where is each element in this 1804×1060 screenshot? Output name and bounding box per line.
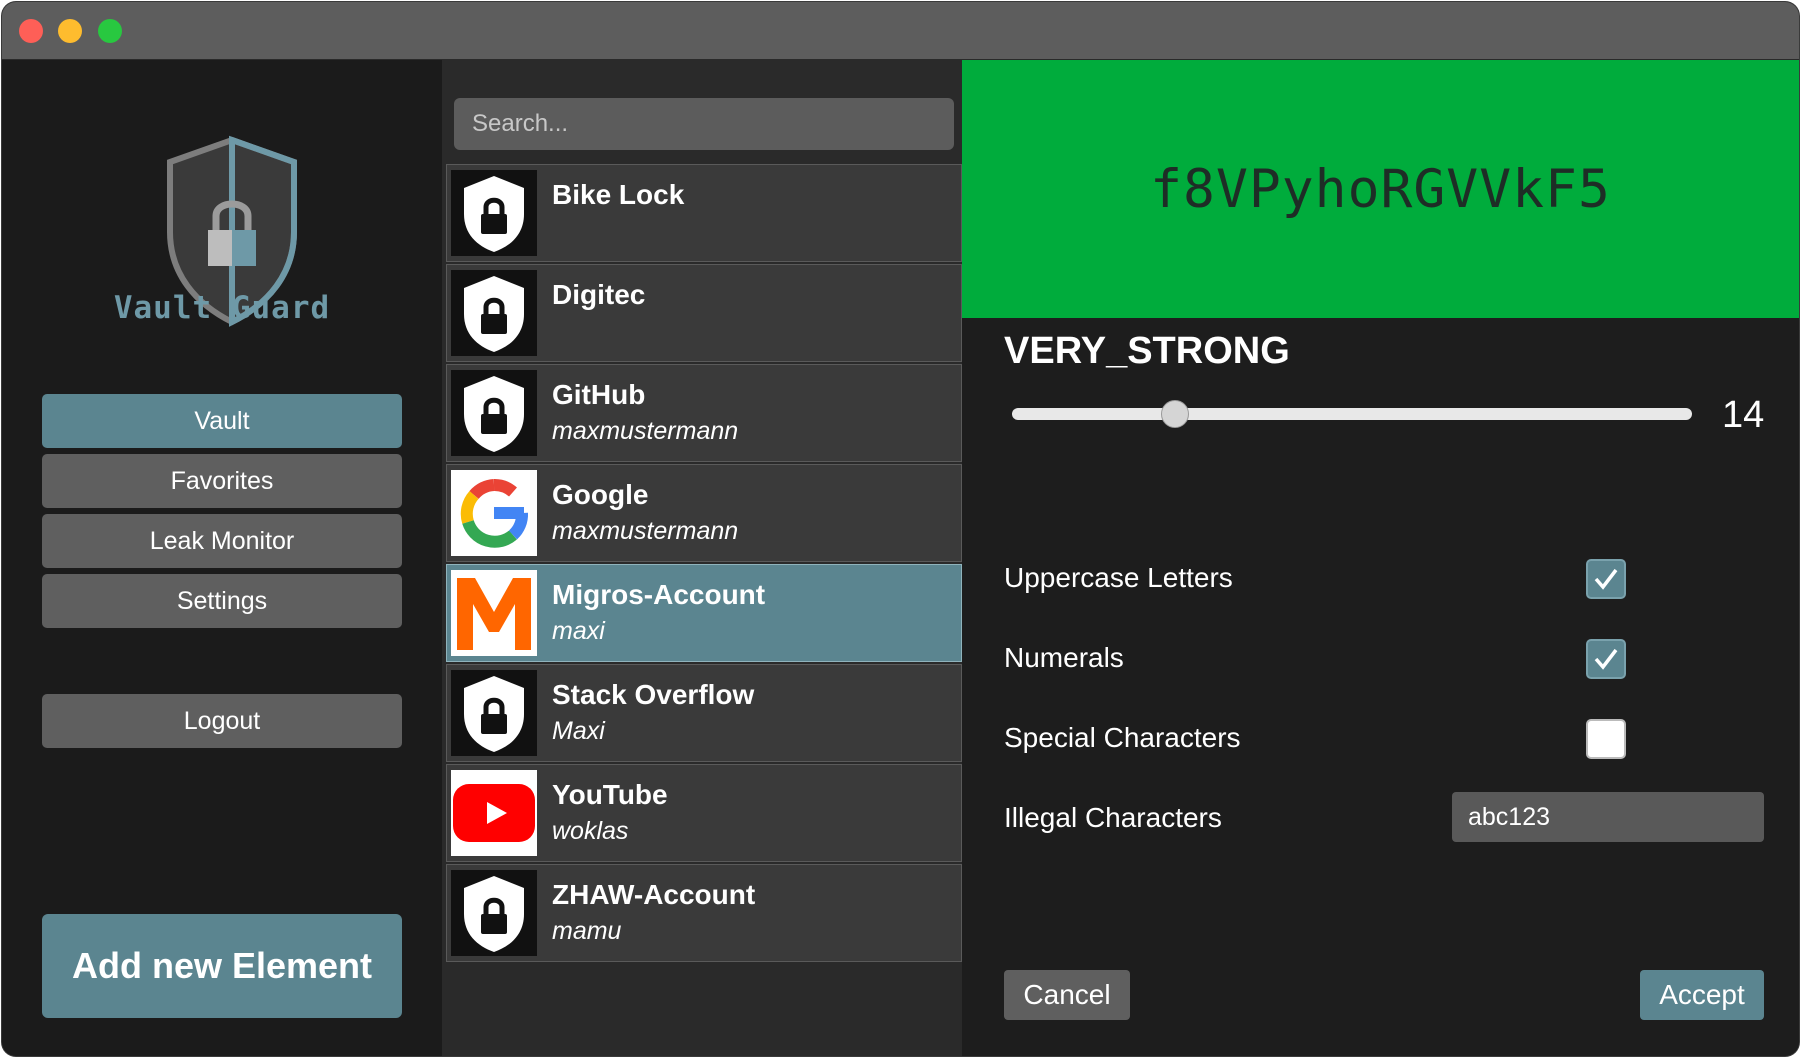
lock-icon [451,870,537,956]
numerals-checkbox[interactable] [1586,639,1626,679]
entry-username: woklas [552,817,629,845]
search-input[interactable] [454,98,954,150]
list-item[interactable]: Bike Lock [446,164,962,262]
entry-title: Bike Lock [552,179,685,210]
password-generator-panel: f8VPyhoRGVVkF5 VERY_STRONG 14 Uppercase … [962,60,1799,1056]
lock-icon [451,370,537,456]
entry-username: Maxi [552,717,605,745]
migros-logo-icon [451,570,537,656]
list-item[interactable]: ZHAW-Account mamu [446,864,962,962]
lock-icon [451,270,537,356]
entry-title: ZHAW-Account [552,879,756,910]
youtube-logo-icon [451,770,537,856]
nav-vault-button[interactable]: Vault [42,394,402,448]
entry-username: maxmustermann [552,517,739,545]
uppercase-option-label: Uppercase Letters [1004,562,1233,593]
length-value: 14 [1722,394,1765,436]
special-characters-checkbox[interactable] [1586,719,1626,759]
list-item[interactable]: Google maxmustermann [446,464,962,562]
numerals-option-label: Numerals [1004,642,1124,673]
lock-icon [451,170,537,256]
length-slider-handle[interactable] [1161,400,1190,428]
title-bar [2,2,1799,60]
generated-password: f8VPyhoRGVVkF5 [1150,158,1611,220]
accept-button[interactable]: Accept [1640,970,1764,1020]
entry-title: Stack Overflow [552,679,755,710]
list-item[interactable]: YouTube woklas [446,764,962,862]
entry-title: Google [552,479,649,510]
checkmark-icon [1594,568,1618,590]
uppercase-checkbox[interactable] [1586,559,1626,599]
maximize-window-button[interactable] [98,19,122,43]
special-characters-option-label: Special Characters [1004,722,1241,753]
cancel-button[interactable]: Cancel [1004,970,1130,1020]
length-slider-track[interactable] [1012,408,1692,420]
nav-leak-monitor-button[interactable]: Leak Monitor [42,514,402,568]
entry-username: maxmustermann [552,417,739,445]
logout-button[interactable]: Logout [42,694,402,748]
entry-list: Bike Lock Digitec GitHub maxmustermann G… [446,164,962,964]
app-logo-text: Vault Guard [113,290,331,326]
minimize-window-button[interactable] [58,19,82,43]
entry-username: mamu [552,917,622,945]
lock-icon [451,670,537,756]
list-item[interactable]: Digitec [446,264,962,362]
google-logo-icon [451,470,537,556]
list-item[interactable]: GitHub maxmustermann [446,364,962,462]
password-strength-label: VERY_STRONG [1004,330,1290,372]
add-new-element-button[interactable]: Add new Element [42,914,402,1018]
nav-settings-button[interactable]: Settings [42,574,402,628]
sidebar: Vault Guard Vault Favorites Leak Monitor… [2,60,442,1056]
list-item[interactable]: Stack Overflow Maxi [446,664,962,762]
entry-title: GitHub [552,379,646,410]
close-window-button[interactable] [19,19,43,43]
list-item[interactable]: Migros-Account maxi [446,564,962,662]
generated-password-box: f8VPyhoRGVVkF5 [962,60,1799,318]
entry-username: maxi [552,617,605,645]
checkmark-icon [1594,648,1618,670]
nav-favorites-button[interactable]: Favorites [42,454,402,508]
entry-list-panel: Bike Lock Digitec GitHub maxmustermann [442,60,962,1056]
illegal-characters-input[interactable] [1452,792,1764,842]
entry-title: Digitec [552,279,646,310]
illegal-characters-label: Illegal Characters [1004,802,1222,833]
entry-title: YouTube [552,779,668,810]
app-window: Vault Guard Vault Favorites Leak Monitor… [2,2,1799,1056]
entry-title: Migros-Account [552,579,766,610]
